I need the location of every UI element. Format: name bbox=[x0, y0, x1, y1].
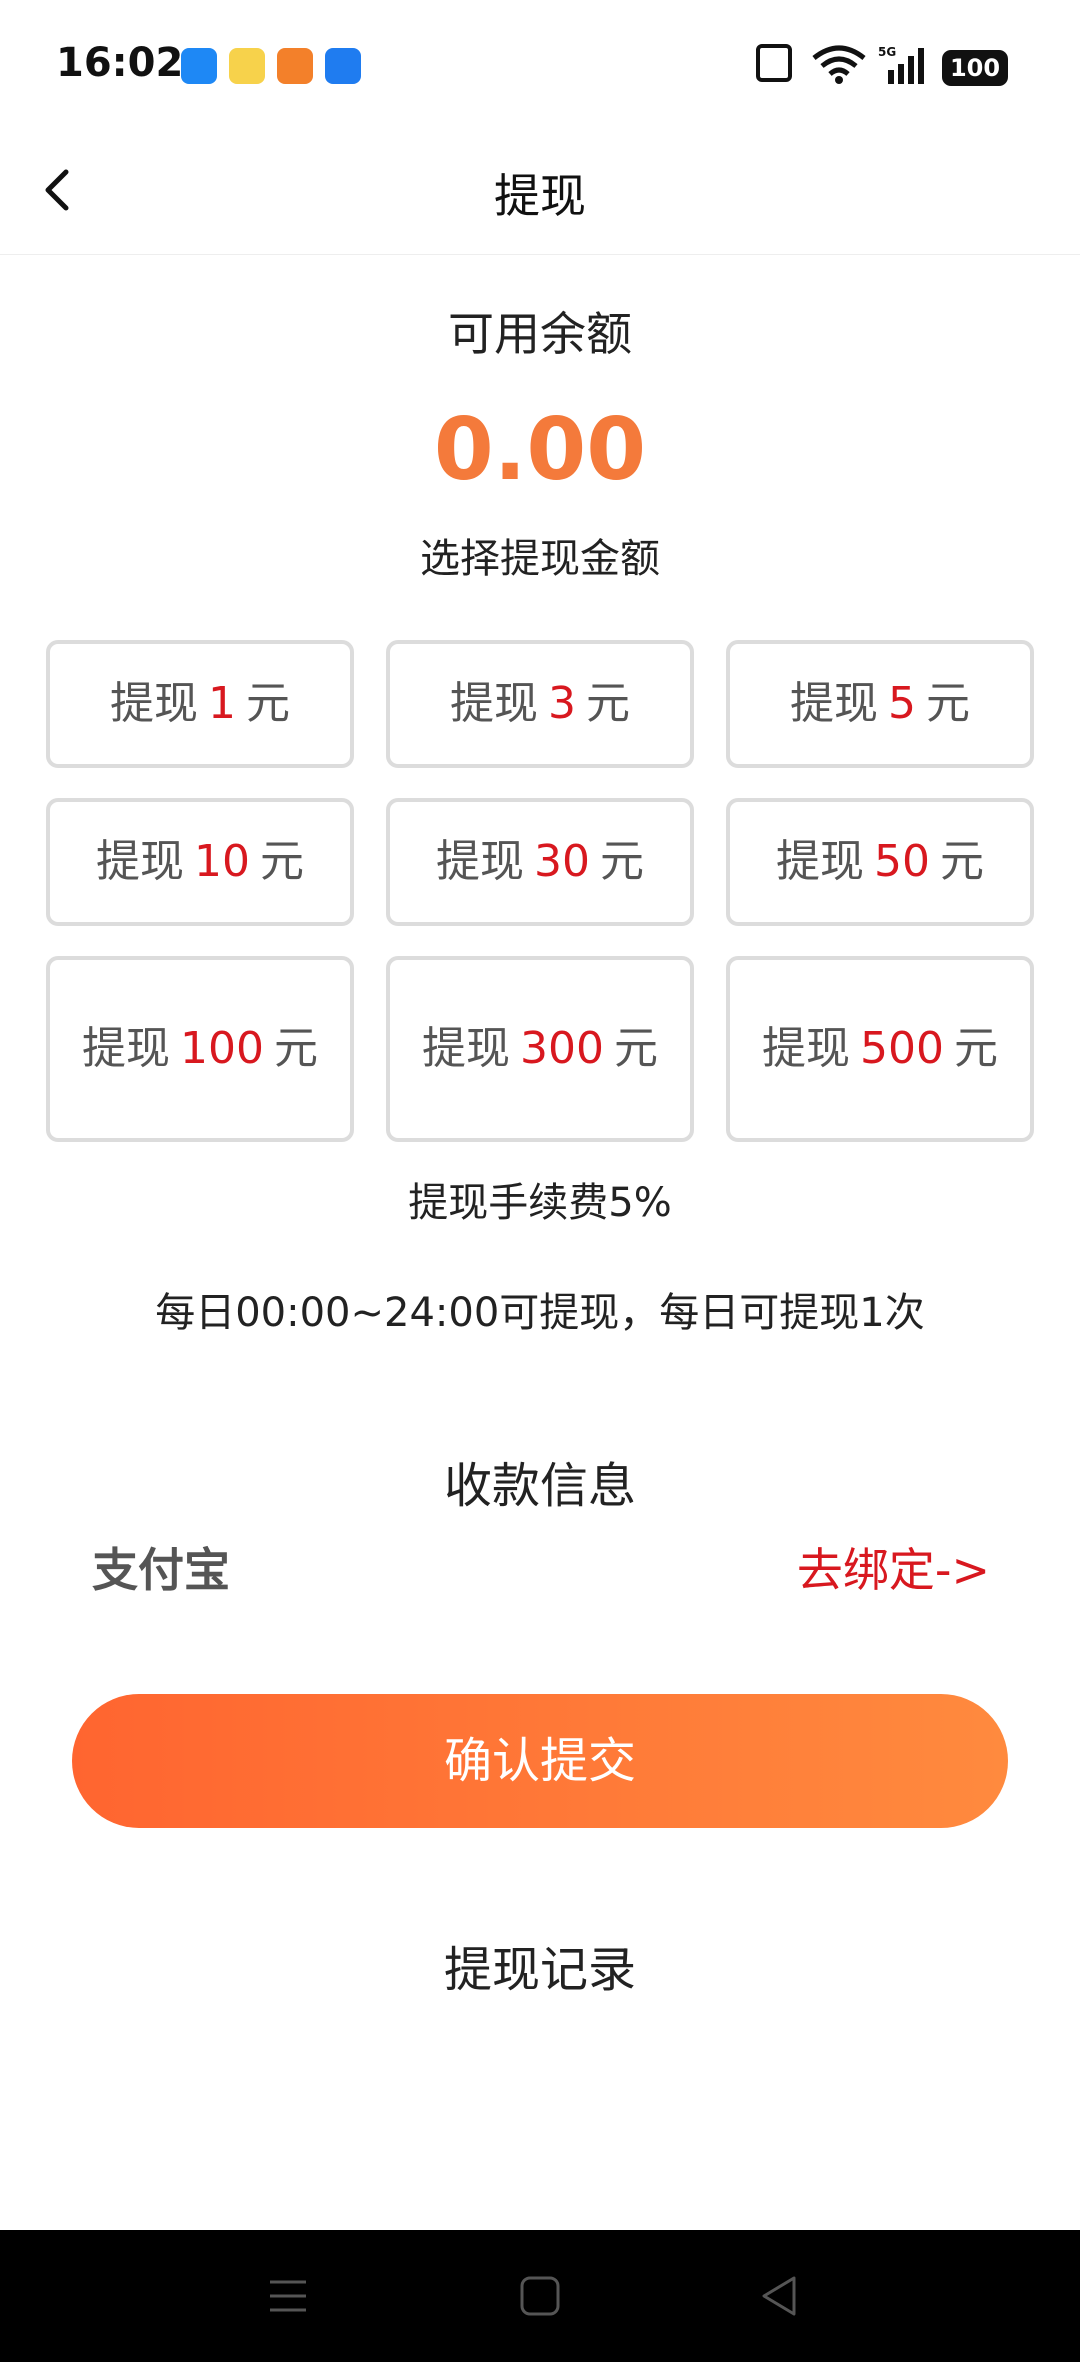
withdraw-option-5[interactable]: 提现 5 元 bbox=[726, 640, 1034, 768]
option-amount: 100 bbox=[180, 1023, 264, 1074]
system-nav-bar bbox=[0, 2230, 1080, 2362]
fee-note: 提现手续费5% bbox=[408, 1180, 672, 1226]
confirm-submit-button[interactable]: 确认提交 bbox=[72, 1694, 1008, 1828]
withdraw-option-300[interactable]: 提现 300 元 bbox=[386, 956, 694, 1142]
option-amount: 30 bbox=[534, 836, 590, 887]
withdraw-option-30[interactable]: 提现 30 元 bbox=[386, 798, 694, 926]
withdraw-option-3[interactable]: 提现 3 元 bbox=[386, 640, 694, 768]
nfc-icon bbox=[756, 44, 792, 82]
app-header: 提现 bbox=[0, 130, 1080, 255]
option-amount: 10 bbox=[194, 836, 250, 887]
option-prefix: 提现 bbox=[762, 1023, 850, 1074]
option-amount: 50 bbox=[874, 836, 930, 887]
payment-method-label: 支付宝 bbox=[92, 1543, 230, 1597]
withdraw-option-500[interactable]: 提现 500 元 bbox=[726, 956, 1034, 1142]
option-unit: 元 bbox=[953, 1023, 998, 1074]
option-prefix: 提现 bbox=[110, 678, 198, 729]
bind-account-link[interactable]: 去绑定-> bbox=[797, 1534, 990, 1600]
option-unit: 元 bbox=[273, 1023, 318, 1074]
available-balance-label: 可用余额 bbox=[448, 307, 632, 361]
option-unit: 元 bbox=[940, 836, 984, 887]
option-prefix: 提现 bbox=[776, 836, 864, 887]
menu-icon[interactable] bbox=[262, 2270, 314, 2322]
option-unit: 元 bbox=[586, 678, 630, 729]
option-amount: 3 bbox=[548, 678, 576, 729]
page-title: 提现 bbox=[494, 169, 586, 223]
option-prefix: 提现 bbox=[790, 678, 878, 729]
option-amount: 1 bbox=[208, 678, 236, 729]
option-amount: 300 bbox=[520, 1023, 604, 1074]
option-unit: 元 bbox=[600, 836, 644, 887]
withdraw-option-1[interactable]: 提现 1 元 bbox=[46, 640, 354, 768]
option-prefix: 提现 bbox=[82, 1023, 170, 1074]
pinwheel-app-icon bbox=[325, 48, 361, 84]
option-unit: 元 bbox=[926, 678, 970, 729]
withdraw-option-50[interactable]: 提现 50 元 bbox=[726, 798, 1034, 926]
withdraw-option-10[interactable]: 提现 10 元 bbox=[46, 798, 354, 926]
signal-icon: 5G bbox=[878, 45, 924, 84]
option-prefix: 提现 bbox=[422, 1023, 510, 1074]
home-square-icon[interactable] bbox=[514, 2270, 566, 2322]
battery-indicator: 100 bbox=[942, 50, 1008, 86]
choose-amount-label: 选择提现金额 bbox=[420, 536, 660, 582]
option-unit: 元 bbox=[246, 678, 290, 729]
option-unit: 元 bbox=[260, 836, 304, 887]
withdraw-records-link[interactable]: 提现记录 bbox=[0, 1930, 1080, 2000]
withdraw-hours-note: 每日00:00~24:00可提现，每日可提现1次 bbox=[155, 1290, 925, 1336]
option-prefix: 提现 bbox=[450, 678, 538, 729]
horse-app-icon bbox=[277, 48, 313, 84]
option-amount: 5 bbox=[888, 678, 916, 729]
weibo-app-icon bbox=[229, 48, 265, 84]
wifi-icon bbox=[812, 45, 866, 84]
available-balance-amount: 0.00 bbox=[433, 400, 647, 500]
option-prefix: 提现 bbox=[96, 836, 184, 887]
status-bar: 16:02 5G 100 bbox=[0, 0, 1080, 130]
option-amount: 500 bbox=[860, 1023, 944, 1074]
back-triangle-icon[interactable] bbox=[754, 2270, 806, 2322]
option-unit: 元 bbox=[613, 1023, 658, 1074]
message-app-icon bbox=[181, 48, 217, 84]
option-prefix: 提现 bbox=[436, 836, 524, 887]
network-type-label: 5G bbox=[878, 45, 896, 59]
receiving-info-title: 收款信息 bbox=[443, 1458, 636, 1514]
status-time: 16:02 bbox=[56, 40, 184, 86]
withdraw-option-100[interactable]: 提现 100 元 bbox=[46, 956, 354, 1142]
